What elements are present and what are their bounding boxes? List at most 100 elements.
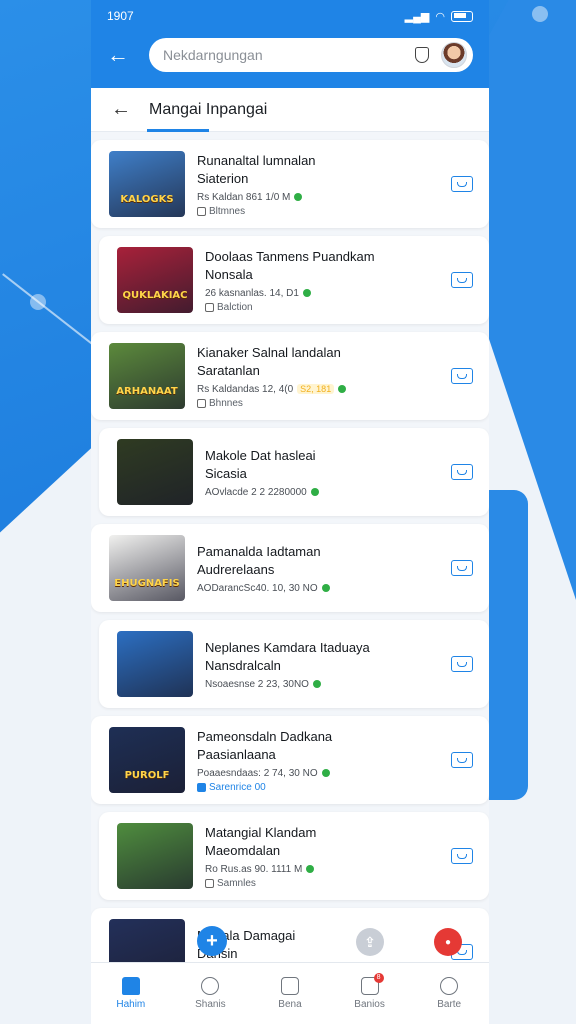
thumbnail-label: EHUGNAFIS — [114, 578, 180, 589]
game-subtitle: Nonsala — [205, 266, 253, 282]
game-title: Pamanalda Iadtaman — [197, 543, 321, 559]
notification-badge: 8 — [373, 973, 384, 983]
add-button[interactable]: + — [197, 926, 227, 956]
game-thumbnail[interactable] — [117, 439, 193, 505]
title-underline — [147, 129, 209, 132]
game-tag: Balction — [205, 302, 451, 313]
game-meta-text: Rs Kaldan 861 1/0 M — [197, 191, 291, 203]
play-button[interactable] — [451, 752, 473, 768]
share-button[interactable]: ⇪ — [356, 928, 384, 956]
game-thumbnail[interactable]: QUKLAKIAC — [117, 247, 193, 313]
game-thumbnail[interactable] — [117, 823, 193, 889]
game-info: Kianaker Salnal landalan Saratanlan Rs K… — [185, 344, 451, 409]
tag-icon — [205, 878, 214, 888]
game-thumbnail[interactable]: KALOGKS — [109, 151, 185, 217]
game-subtitle: Siaterion — [197, 170, 249, 186]
game-tag: Sarenrice 00 — [197, 782, 451, 793]
tab-compass[interactable]: Shanis — [180, 977, 240, 1010]
tag-icon — [197, 398, 206, 408]
list-item[interactable]: EHUGNAFIS Pamanalda Iadtaman Audrerelaan… — [91, 524, 489, 612]
wifi-icon: ◠ — [435, 10, 445, 23]
page-header: ← Mangai Inpangai — [91, 88, 489, 132]
list-item[interactable]: KALOGKS Runanaltal lumnalan Siaterion Rs… — [91, 140, 489, 228]
battery-icon — [451, 10, 473, 22]
verified-icon — [312, 680, 321, 688]
verified-icon — [306, 865, 315, 873]
tab-message[interactable]: Bena — [260, 977, 320, 1010]
game-info: Runanaltal lumnalan Siaterion Rs Kaldan … — [185, 152, 451, 217]
game-info: Neplanes Kamdara Itaduaya Nansdralcaln N… — [193, 639, 451, 690]
list-item[interactable]: Matangial Klandam Maeomdalan Ro Rus.as 9… — [99, 812, 489, 900]
game-info: Matangial Klandam Maeomdalan Ro Rus.as 9… — [193, 824, 451, 889]
back-arrow-icon[interactable]: ← — [107, 42, 135, 68]
home-icon — [121, 977, 140, 995]
game-meta-text: AODarancSc40. 10, 30 NO — [197, 582, 318, 594]
play-button[interactable] — [451, 464, 473, 480]
game-list: KALOGKS Runanaltal lumnalan Siaterion Rs… — [91, 132, 489, 996]
game-title: Doolaas Tanmens Puandkam — [205, 248, 375, 264]
status-badge: S2, 181 — [297, 384, 335, 394]
status-time: 1907 — [107, 9, 134, 23]
game-meta-text: 26 kasnanlas. 14, D1 — [205, 287, 299, 299]
verified-icon — [294, 193, 303, 201]
play-button[interactable] — [451, 848, 473, 864]
tab-label: Hahim — [116, 999, 146, 1010]
tab-home[interactable]: Hahim — [101, 977, 161, 1010]
avatar[interactable] — [441, 42, 467, 68]
game-title: Neplanes Kamdara Itaduaya — [205, 639, 370, 655]
game-thumbnail[interactable] — [117, 631, 193, 697]
shield-icon[interactable] — [415, 47, 429, 63]
game-tag: Bltmnes — [197, 206, 451, 217]
tab-person[interactable]: Barte — [419, 977, 479, 1010]
game-subtitle: Paasianlaana — [197, 746, 276, 762]
game-thumbnail[interactable]: EHUGNAFIS — [109, 535, 185, 601]
game-thumbnail[interactable]: ARHANAAT — [109, 343, 185, 409]
back-arrow-icon[interactable]: ← — [111, 98, 149, 121]
tab-label: Bena — [278, 999, 302, 1010]
search-input[interactable]: Nekdarngungan — [149, 38, 473, 72]
list-item[interactable]: Makole Dat hasleai Sicasia AOvlacde 2 2 … — [99, 428, 489, 516]
search-placeholder: Nekdarngungan — [163, 47, 263, 63]
list-item[interactable]: QUKLAKIAC Doolaas Tanmens Puandkam Nonsa… — [99, 236, 489, 324]
game-info: Pameonsdaln Dadkana Paasianlaana Poaaesn… — [185, 728, 451, 793]
tab-label: Banios — [354, 999, 385, 1010]
play-button[interactable] — [451, 176, 473, 192]
game-meta-text: Rs Kaldandas 12, 4(0 — [197, 383, 294, 395]
game-meta-text: Nsoaesnse 2 23, 30NO — [205, 678, 309, 690]
game-title: Makole Dat hasleai — [205, 447, 316, 463]
thumbnail-label: KALOGKS — [120, 194, 174, 205]
play-button[interactable] — [451, 272, 473, 288]
game-subtitle: Saratanlan — [197, 362, 260, 378]
game-tag-text: Sarenrice 00 — [209, 781, 266, 793]
game-subtitle: Dansin — [197, 945, 451, 963]
game-subtitle: Sicasia — [205, 465, 247, 481]
app-screen: 1907 ▂▄▆ ◠ ← Nekdarngungan ← Mangai Inpa… — [91, 0, 489, 1024]
verified-icon — [302, 289, 311, 297]
thumbnail-label: QUKLAKIAC — [122, 290, 188, 301]
tab-chat[interactable]: Banios 8 — [340, 973, 400, 1010]
game-thumbnail[interactable]: PUROLF — [109, 727, 185, 793]
verified-icon — [321, 769, 330, 777]
game-meta: Rs Kaldan 861 1/0 M — [197, 192, 451, 203]
tag-icon — [197, 782, 206, 792]
play-button[interactable] — [451, 656, 473, 672]
list-item[interactable]: Neplanes Kamdara Itaduaya Nansdralcaln N… — [99, 620, 489, 708]
game-title: Kianaker Salnal landalan — [197, 344, 341, 360]
record-button[interactable]: ● — [434, 928, 462, 956]
game-title: Runanaltal lumnalan — [197, 152, 316, 168]
tag-icon — [197, 206, 206, 216]
game-tag-text: Samnles — [217, 877, 256, 889]
page-title: Mangai Inpangai — [149, 100, 268, 118]
play-button[interactable] — [451, 560, 473, 576]
game-tag-text: Bltmnes — [209, 205, 246, 217]
list-item[interactable]: PUROLF Pameonsdaln Dadkana Paasianlaana … — [91, 716, 489, 804]
game-subtitle: Maeomdalan — [205, 842, 281, 858]
game-meta: AOvlacde 2 2 2280000 — [205, 487, 451, 498]
person-icon — [440, 977, 459, 995]
list-item[interactable]: ARHANAAT Kianaker Salnal landalan Sarata… — [91, 332, 489, 420]
play-button[interactable] — [451, 368, 473, 384]
game-meta: 26 kasnanlas. 14, D1 — [205, 288, 451, 299]
status-bar: 1907 ▂▄▆ ◠ — [107, 8, 473, 24]
tab-label: Barte — [437, 999, 462, 1010]
thumbnail-label: ARHANAAT — [116, 386, 178, 397]
